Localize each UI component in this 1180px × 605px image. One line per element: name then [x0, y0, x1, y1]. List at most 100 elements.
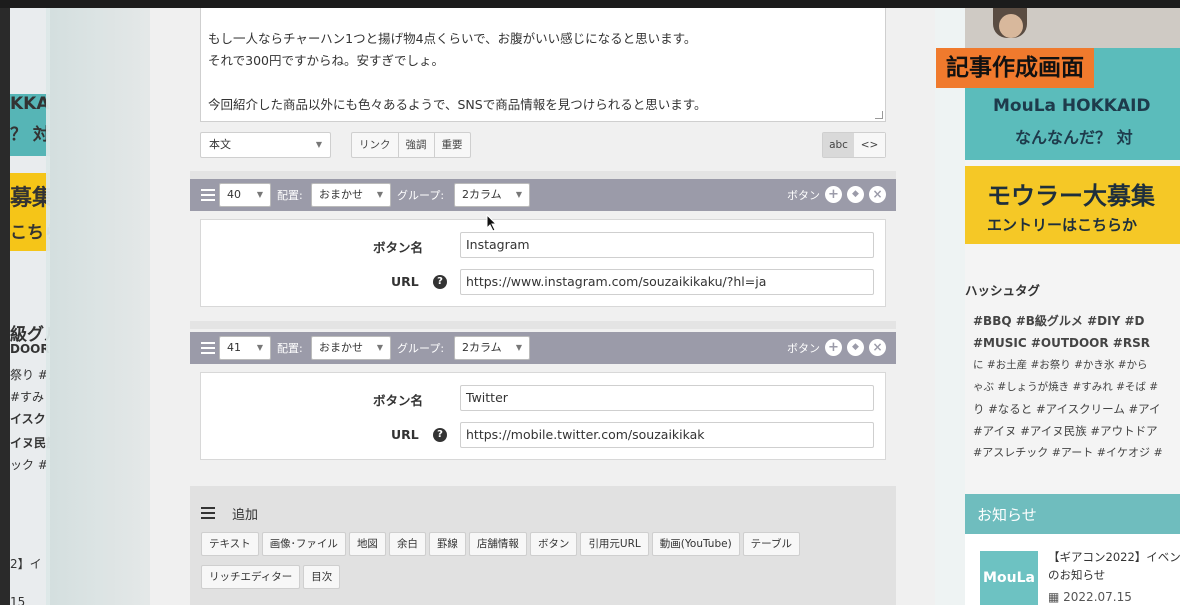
- mode-button-group: abc <>: [822, 132, 886, 158]
- notice-title: お知らせ: [977, 506, 1037, 524]
- notice-header: お知らせ: [965, 494, 1180, 534]
- drag-handle-icon[interactable]: [201, 342, 215, 354]
- add-block-panel: 追加 テキスト 画像･ファイル 地図 余白 罫線 店舗情報 ボタン 引用元URL 動画(YouT…: [190, 486, 896, 605]
- left-text: DOOR: [10, 342, 50, 356]
- text-toolbar: 本文 ▼ リンク 強調 重要 abc <>: [200, 132, 886, 160]
- chevron-down-icon: ▼: [256, 190, 263, 199]
- body-line: もし一人ならチャーハン1つと揚げ物4点くらいで、お腹がいい感じになると思います。: [208, 31, 697, 46]
- body-line: それで300円ですからね。安すぎでしょ。: [208, 53, 444, 68]
- hashtag-line: ゃぶ #しょうが焼き #すみれ #そば #: [973, 381, 1159, 393]
- add-image-button[interactable]: 画像･ファイル: [261, 532, 346, 556]
- recruit-banner: モウラー大募集 エントリーはこちらか: [965, 166, 1180, 244]
- format-select[interactable]: 本文 ▼: [200, 132, 331, 158]
- url-input[interactable]: https://mobile.twitter.com/souzaikikak: [460, 422, 874, 448]
- url-input[interactable]: https://www.instagram.com/souzaikikaku/?…: [460, 269, 874, 295]
- divider: [190, 171, 896, 179]
- button-name-label: ボタン名: [373, 240, 424, 255]
- mouse-cursor-icon: [486, 214, 498, 232]
- left-text: 祭り #か: [10, 368, 50, 382]
- add-source-url-button[interactable]: 引用元URL: [580, 532, 649, 556]
- notice-text: 【ギアコン2022】イベン のお知らせ: [1048, 548, 1180, 584]
- drag-handle-icon[interactable]: [201, 189, 215, 201]
- right-gutter: [935, 8, 965, 605]
- hashtag-heading: ハッシュタグ: [965, 283, 1041, 298]
- background-site-left: KKA ？ 対 募集 こちら 級グル DOOR 祭り #か #すみ イスク イヌ…: [10, 8, 50, 605]
- notice-line: のお知らせ: [1048, 568, 1106, 582]
- hashtag-line: #BBQ #B級グルメ #DIY #D: [973, 314, 1145, 328]
- add-label: 追加: [232, 508, 259, 523]
- resize-handle[interactable]: [875, 111, 883, 119]
- important-button[interactable]: 重要: [435, 133, 470, 157]
- hashtag-line: に #お土産 #お祭り #かき氷 #から: [973, 359, 1148, 371]
- order-value: 40: [227, 188, 241, 201]
- chevron-down-icon: ▼: [376, 343, 383, 352]
- left-gutter: [46, 8, 150, 605]
- notice-line: 【ギアコン2022】イベン: [1048, 550, 1180, 564]
- left-text: 2】イ: [10, 557, 42, 571]
- button-name-input[interactable]: Instagram: [460, 232, 874, 258]
- chevron-down-icon: ▼: [256, 343, 263, 352]
- add-shop-info-button[interactable]: 店舗情報: [468, 532, 527, 556]
- block-type-label: ボタン: [787, 342, 820, 355]
- chevron-down-icon: ▼: [376, 190, 383, 199]
- close-circle-icon[interactable]: ×: [869, 339, 886, 356]
- placement-select[interactable]: おまかせ ▼: [311, 336, 391, 360]
- add-spacer-button[interactable]: 余白: [388, 532, 426, 556]
- group-select[interactable]: 2カラム ▼: [454, 183, 530, 207]
- group-value: 2カラム: [462, 341, 502, 354]
- video-caption: 記事作成画面: [936, 48, 1094, 88]
- left-text: 募集: [10, 186, 50, 211]
- webcam-feed: [965, 8, 1180, 48]
- banner-subtitle: なんなんだ？ 対: [1015, 128, 1133, 147]
- add-rule-button[interactable]: 罫線: [428, 532, 466, 556]
- add-text-button[interactable]: テキスト: [201, 532, 259, 556]
- editor-panel: もし一人ならチャーハン1つと揚げ物4点くらいで、お腹がいい感じになると思います。…: [150, 8, 935, 605]
- hashtag-line: #MUSIC #OUTDOOR #RSR: [973, 336, 1150, 350]
- help-icon[interactable]: ?: [433, 428, 447, 442]
- add-button-button[interactable]: ボタン: [529, 532, 578, 556]
- notice-item[interactable]: MouLa 【ギアコン2022】イベン のお知らせ ▦ 2022.07.15: [965, 534, 1180, 605]
- code-mode-button[interactable]: <>: [854, 133, 885, 157]
- order-select[interactable]: 41 ▼: [219, 336, 271, 360]
- block-header: 41 ▼ 配置: おまかせ ▼ グループ: 2カラム ▼ ボタン + ◆ ×: [190, 332, 896, 364]
- hashtag-line: り #なると #アイスクリーム #アイ: [973, 402, 1161, 416]
- url-label: URL: [391, 274, 419, 289]
- add-circle-icon[interactable]: +: [825, 186, 842, 203]
- group-select[interactable]: 2カラム ▼: [454, 336, 530, 360]
- format-button-group: リンク 強調 重要: [351, 132, 471, 158]
- visual-mode-button[interactable]: abc: [823, 133, 854, 157]
- block-body: ボタン名 Instagram URL ? https://www.instagr…: [190, 211, 896, 321]
- move-circle-icon[interactable]: ◆: [847, 339, 864, 356]
- notice-date: ▦ 2022.07.15: [1048, 590, 1132, 604]
- placement-select[interactable]: おまかせ ▼: [311, 183, 391, 207]
- add-toc-button[interactable]: 目次: [303, 565, 341, 589]
- body-line: 今回紹介した商品以外にも色々あるようで、SNSで商品情報を見つけられると思います…: [208, 97, 707, 112]
- link-button[interactable]: リンク: [352, 133, 399, 157]
- button-name-input[interactable]: Twitter: [460, 385, 874, 411]
- add-table-button[interactable]: テーブル: [742, 532, 801, 556]
- close-circle-icon[interactable]: ×: [869, 186, 886, 203]
- hashtag-line: #アイヌ #アイヌ民族 #アウトドア: [973, 424, 1158, 438]
- bold-button[interactable]: 強調: [399, 133, 435, 157]
- logo-text: MouLa: [983, 570, 1035, 586]
- moula-logo: MouLa: [980, 551, 1038, 605]
- hashtag-line: #アスレチック #アート #イケオジ #: [973, 446, 1163, 459]
- help-icon[interactable]: ?: [433, 275, 447, 289]
- divider: [190, 321, 896, 329]
- format-select-value: 本文: [209, 138, 231, 151]
- body-textarea[interactable]: もし一人ならチャーハン1つと揚げ物4点くらいで、お腹がいい感じになると思います。…: [200, 8, 886, 122]
- left-text: イヌ民族: [10, 436, 50, 450]
- add-block-options: テキスト 画像･ファイル 地図 余白 罫線 店舗情報 ボタン 引用元URL 動画(YouTube…: [201, 532, 881, 595]
- button-block-fields: ボタン名 Twitter URL ? https://mobile.twitte…: [200, 372, 886, 460]
- url-label: URL: [391, 427, 419, 442]
- add-video-button[interactable]: 動画(YouTube): [651, 532, 740, 556]
- move-circle-icon[interactable]: ◆: [847, 186, 864, 203]
- placement-value: おまかせ: [319, 188, 363, 201]
- add-map-button[interactable]: 地図: [348, 532, 386, 556]
- order-select[interactable]: 40 ▼: [219, 183, 271, 207]
- block-header: 40 ▼ 配置: おまかせ ▼ グループ: 2カラム ▼ ボタン + ◆ ×: [190, 179, 896, 211]
- group-value: 2カラム: [462, 188, 502, 201]
- add-rich-editor-button[interactable]: リッチエディター: [201, 565, 301, 589]
- menu-icon: [201, 507, 215, 519]
- add-circle-icon[interactable]: +: [825, 339, 842, 356]
